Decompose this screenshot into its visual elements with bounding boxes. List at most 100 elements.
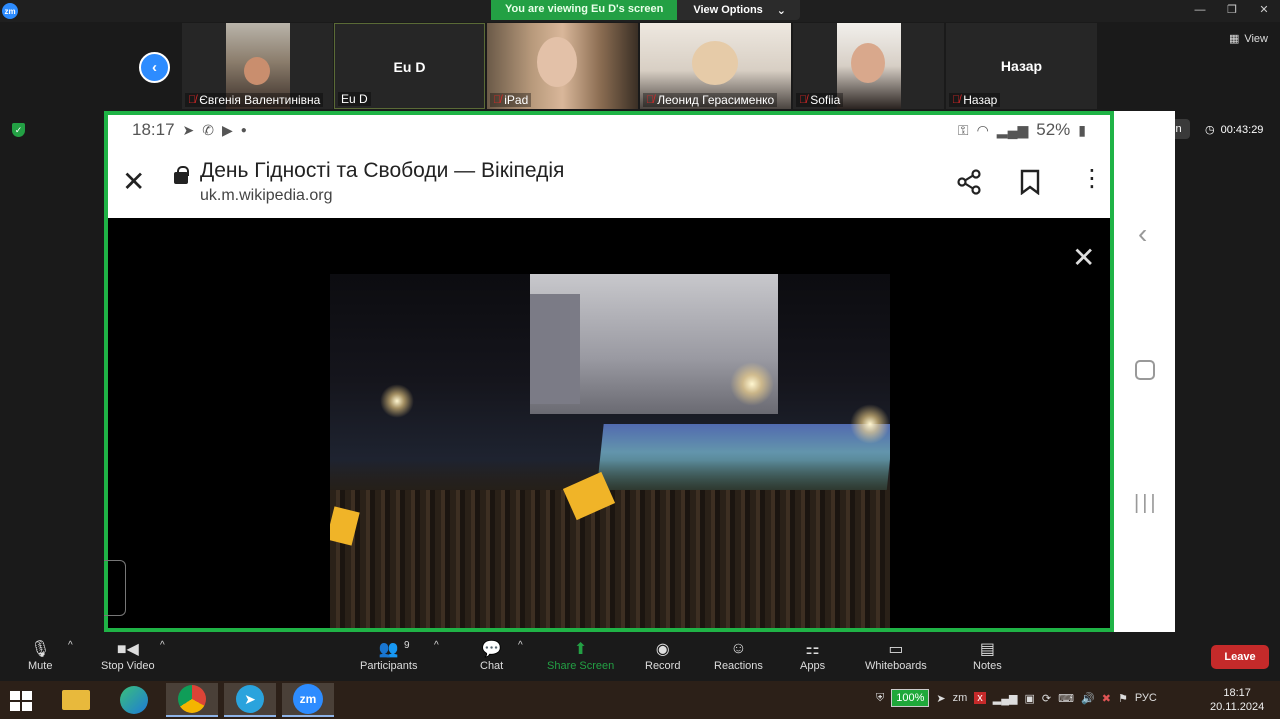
volume-icon[interactable]: 🔊 xyxy=(1081,692,1095,705)
battery-indicator[interactable]: 100% xyxy=(891,689,930,707)
participants-icon: 👥 xyxy=(378,641,399,658)
reactions-button[interactable]: ☺ Reactions xyxy=(714,638,763,672)
shield-tray-icon[interactable]: ⛨ xyxy=(876,692,884,705)
window-controls: — ❐ ✕ xyxy=(1184,0,1280,20)
notes-label: Notes xyxy=(973,660,1002,672)
share-icon[interactable] xyxy=(954,167,984,197)
taskbar-clock[interactable]: 18:17 20.11.2024 xyxy=(1210,686,1264,714)
clock-icon: ◷ xyxy=(1205,124,1215,136)
strip-prev-button[interactable]: ‹ xyxy=(139,52,170,83)
battery-icon: ▮ xyxy=(1078,121,1086,138)
notification-tray-icon[interactable]: ✖ xyxy=(1102,692,1111,705)
participant-name: Євгенія Валентинівна xyxy=(199,93,321,107)
share-screen-button[interactable]: ⬆ Share Screen xyxy=(547,638,614,672)
sync-icon[interactable]: ⟳ xyxy=(1042,692,1051,705)
chrome-browser-icon[interactable] xyxy=(166,683,218,717)
bookmark-icon[interactable] xyxy=(1020,169,1040,195)
image-viewer-close-icon[interactable]: ✕ xyxy=(1072,241,1095,274)
participant-tile[interactable]: 🎙̸ Sofiia xyxy=(793,23,944,109)
chevron-down-icon: ⌄ xyxy=(776,4,787,17)
telegram-app-icon[interactable]: ➤ xyxy=(224,683,276,717)
zoom-tray-icon[interactable]: zm xyxy=(953,692,968,704)
close-icon[interactable]: ✕ xyxy=(122,165,145,198)
participant-name: Sofiia xyxy=(810,93,841,107)
more-vertical-icon[interactable]: ⋮ xyxy=(1080,167,1104,191)
chat-options-caret-icon[interactable]: ^ xyxy=(518,640,523,651)
participant-tile[interactable]: 🎙̸ Євгенія Валентинівна xyxy=(182,23,333,109)
telegram-icon: ➤ xyxy=(182,121,195,138)
network-icon[interactable]: ▂▄▆ xyxy=(993,692,1018,705)
photo-light xyxy=(850,404,890,444)
participant-tile[interactable]: Назар 🎙̸ Назар xyxy=(946,23,1097,109)
whiteboards-button[interactable]: ▭ Whiteboards xyxy=(865,638,927,672)
participants-options-caret-icon[interactable]: ^ xyxy=(434,640,439,651)
minimize-button[interactable]: — xyxy=(1184,0,1216,20)
leave-button[interactable]: Leave xyxy=(1211,645,1269,669)
restore-button[interactable]: ❐ xyxy=(1216,0,1248,20)
zoom-app-icon[interactable]: zm xyxy=(282,683,334,717)
gallery-view-button[interactable]: ▦ View xyxy=(1229,32,1268,46)
mic-muted-icon: 🎙̸ xyxy=(188,94,197,106)
input-icon[interactable]: ⌨ xyxy=(1058,692,1074,705)
apps-icon: ⚏ xyxy=(805,641,820,658)
telegram-tray-icon[interactable]: ➤ xyxy=(936,692,945,705)
participant-center-name: Назар xyxy=(1000,58,1043,74)
stop-video-label: Stop Video xyxy=(101,660,155,672)
participant-face xyxy=(244,57,270,85)
zoom-logo-icon: zm xyxy=(2,3,18,19)
participant-tile[interactable]: 🎙̸ iPad xyxy=(487,23,638,109)
participant-tile[interactable]: 🎙̸ Леонид Герасименко xyxy=(640,23,791,109)
page-title: День Гідності та Свободи — Вікіпедія xyxy=(200,159,565,182)
notes-button[interactable]: ▤ Notes xyxy=(973,638,1002,672)
video-camera-icon: ■◀ xyxy=(116,641,139,658)
close-tray-icon[interactable]: x xyxy=(974,692,986,704)
mute-options-caret-icon[interactable]: ^ xyxy=(68,640,73,651)
whiteboard-icon: ▭ xyxy=(888,641,904,658)
file-explorer-icon[interactable] xyxy=(50,683,102,717)
edge-browser-icon[interactable] xyxy=(108,683,160,717)
participant-name: Назар xyxy=(963,93,998,107)
collapse-handle[interactable] xyxy=(104,560,126,616)
mic-muted-icon: 🎙̸ xyxy=(952,94,961,106)
photo-crowd xyxy=(330,490,890,628)
participants-count: 9 xyxy=(404,640,410,651)
participant-face xyxy=(851,43,885,83)
view-label: View xyxy=(1244,32,1268,45)
apps-label: Apps xyxy=(800,660,826,672)
meeting-toolbar: 🎙 Mute ^ ■◀ Stop Video ^ 👥 Participants … xyxy=(0,632,1280,680)
stop-video-button[interactable]: ■◀ Stop Video xyxy=(101,638,155,672)
participants-label: Participants xyxy=(360,660,418,672)
participant-tile-active[interactable]: Eu D Eu D xyxy=(334,23,485,109)
close-window-button[interactable]: ✕ xyxy=(1248,0,1280,20)
photo-building-wing xyxy=(530,294,580,404)
wifi-icon: ◠ xyxy=(976,121,989,138)
phone-battery: 52% xyxy=(1036,120,1071,139)
mic-muted-icon: 🎙̸ xyxy=(799,94,808,106)
chat-button[interactable]: 💬 Chat xyxy=(480,638,503,672)
windows-start-icon[interactable] xyxy=(10,691,32,711)
timer-value: 00:43:29 xyxy=(1220,123,1264,136)
record-icon: ◉ xyxy=(655,641,670,658)
clock-time: 18:17 xyxy=(1223,687,1251,699)
app-tray-icon[interactable]: ▣ xyxy=(1025,692,1035,705)
view-options-button[interactable]: View Options ⌄ xyxy=(677,0,801,20)
view-options-label: View Options xyxy=(693,4,763,16)
participant-face xyxy=(692,41,738,85)
participant-name: Eu D xyxy=(341,92,368,106)
mute-button[interactable]: 🎙 Mute xyxy=(28,638,52,672)
shared-screen[interactable]: 18:17 ➤ ✆ ▶ ● ⚿ ◠ ▂▄▆ 52% ▮ ✕ День Гідно… xyxy=(104,111,1114,632)
microphone-icon: 🎙 xyxy=(30,641,51,658)
whiteboards-label: Whiteboards xyxy=(865,660,927,672)
mic-muted-icon: 🎙̸ xyxy=(646,94,655,106)
vpn-key-icon: ⚿ xyxy=(957,121,969,138)
language-indicator[interactable]: РУС xyxy=(1135,692,1157,704)
encryption-shield-icon[interactable]: ✓ xyxy=(12,123,25,137)
apps-button[interactable]: ⚏ Apps xyxy=(800,638,825,672)
system-tray: ⛨ 100% ➤ zm x ▂▄▆ ▣ ⟳ ⌨ 🔊 ✖ ⚑ РУС xyxy=(876,689,1157,707)
share-screen-label: Share Screen xyxy=(547,660,615,672)
share-screen-icon: ⬆ xyxy=(573,641,588,658)
flag-icon[interactable]: ⚑ xyxy=(1118,692,1128,705)
record-button[interactable]: ◉ Record xyxy=(645,638,680,672)
video-options-caret-icon[interactable]: ^ xyxy=(160,640,165,651)
photo-light xyxy=(730,362,774,406)
